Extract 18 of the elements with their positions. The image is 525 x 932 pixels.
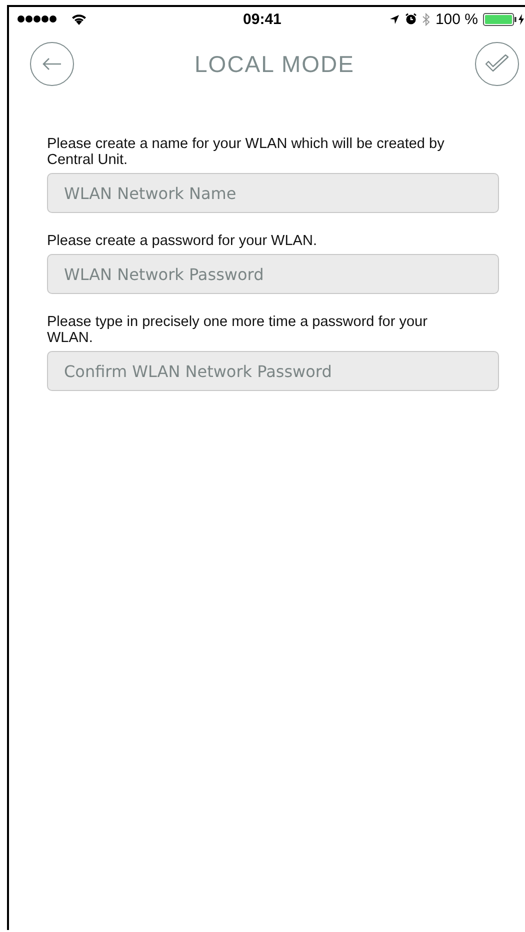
field-label: Please create a password for your WLAN.: [47, 233, 318, 249]
battery-charging-icon: [482, 12, 525, 26]
location-arrow-icon: [389, 14, 400, 24]
wifi-icon: [71, 13, 87, 25]
battery-percent: 100 %: [435, 10, 478, 28]
back-button[interactable]: [30, 42, 74, 86]
left-arrow-icon: [42, 57, 62, 71]
alarm-clock-icon: [405, 13, 418, 25]
checkmark-icon: [485, 54, 509, 74]
input-field[interactable]: WLAN Network Name: [47, 173, 499, 213]
field-label: Please type in precisely one more time a password for your WLAN.: [47, 314, 428, 346]
input-field[interactable]: WLAN Network Password: [47, 254, 499, 294]
bluetooth-icon: [422, 12, 430, 26]
screen-title: LOCAL MODE: [194, 50, 354, 78]
input-field[interactable]: Confirm WLAN Network Password: [47, 351, 499, 391]
field-label: Please create a name for your WLAN which will be created by Central Unit.: [47, 136, 446, 168]
clock-time: 09:41: [243, 10, 282, 28]
confirm-button[interactable]: [475, 42, 519, 86]
